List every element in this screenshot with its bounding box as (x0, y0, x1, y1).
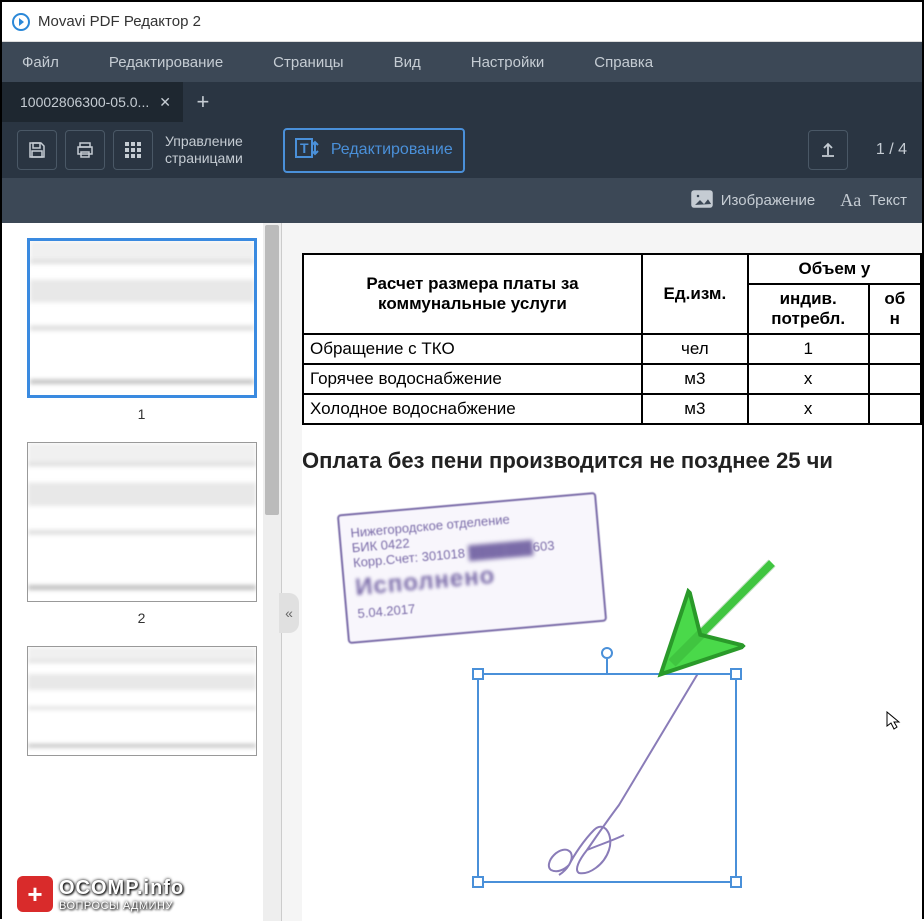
table-row: Обращение с ТКО чел 1 (303, 334, 921, 364)
content-area: 1 2 « Расчет размера платы за коммунальн… (2, 223, 922, 921)
window-titlebar: Movavi PDF Редактор 2 (2, 2, 922, 42)
watermark-sub: ВОПРОСЫ АДМИНУ (59, 900, 184, 912)
insert-text-button[interactable]: Aa Текст (840, 190, 907, 211)
window-title: Movavi PDF Редактор 2 (38, 13, 201, 30)
document-page: Расчет размера платы за коммунальные усл… (302, 253, 922, 921)
text-label: Текст (869, 192, 907, 209)
document-view[interactable]: Расчет размера платы за коммунальные усл… (282, 223, 922, 921)
watermark-badge-icon: + (17, 876, 53, 912)
table-header-calc: Расчет размера платы за коммунальные усл… (303, 254, 642, 334)
thumbnail-page-2[interactable]: 2 (17, 442, 266, 626)
save-button[interactable] (17, 130, 57, 170)
signature-selection-box[interactable] (477, 673, 737, 883)
insert-image-button[interactable]: Изображение (691, 190, 816, 212)
rotate-handle[interactable] (601, 647, 613, 659)
watermark: + OCOMP.info ВОПРОСЫ АДМИНУ (17, 876, 184, 912)
watermark-main: OCOMP.info (59, 877, 184, 900)
thumbnail-page-3[interactable] (17, 646, 266, 756)
cursor-icon (886, 711, 902, 736)
menubar: Файл Редактирование Страницы Вид Настрой… (2, 42, 922, 82)
table-subheader-ob: обн (869, 284, 921, 334)
stamp-image: Нижегородское отделение БИК 0422 Корр.Сч… (337, 492, 607, 644)
new-tab-button[interactable]: + (183, 82, 223, 122)
table-row: Горячее водоснабжение м3 x (303, 364, 921, 394)
tabbar: 10002806300-05.0... ✕ + (2, 82, 922, 122)
thumbnail-panel: 1 2 (2, 223, 282, 921)
resize-handle-tl[interactable] (472, 668, 484, 680)
editing-icon: T (295, 136, 323, 165)
app-icon (12, 13, 30, 31)
pages-grid-icon[interactable] (113, 130, 153, 170)
table-header-unit: Ед.изм. (642, 254, 748, 334)
annotation-arrow (642, 553, 792, 693)
document-tab[interactable]: 10002806300-05.0... ✕ (2, 82, 183, 122)
pages-management-group[interactable]: Управление страницами (113, 130, 243, 170)
sub-toolbar: Изображение Aa Текст (2, 178, 922, 223)
resize-handle-br[interactable] (730, 876, 742, 888)
menu-help[interactable]: Справка (594, 54, 653, 71)
text-icon: Aa (840, 190, 861, 211)
upload-button[interactable] (808, 130, 848, 170)
editing-label: Редактирование (331, 141, 453, 159)
page-indicator: 1 / 4 (876, 141, 907, 159)
table-header-volume: Объем у (748, 254, 921, 284)
svg-text:T: T (300, 140, 309, 156)
thumbnail-scrollbar[interactable] (263, 223, 281, 921)
menu-settings[interactable]: Настройки (471, 54, 545, 71)
table-row: Холодное водоснабжение м3 x (303, 394, 921, 424)
utility-table: Расчет размера платы за коммунальные усл… (302, 253, 922, 425)
resize-handle-bl[interactable] (472, 876, 484, 888)
image-label: Изображение (721, 192, 816, 209)
signature-image[interactable] (479, 675, 739, 885)
print-button[interactable] (65, 130, 105, 170)
image-icon (691, 190, 713, 212)
scrollbar-thumb[interactable] (265, 225, 279, 515)
thumbnail-number: 1 (17, 406, 266, 422)
panel-collapse-button[interactable]: « (279, 593, 299, 633)
thumbnail-number: 2 (17, 610, 266, 626)
menu-pages[interactable]: Страницы (273, 54, 343, 71)
tab-close-icon[interactable]: ✕ (159, 94, 171, 111)
editing-mode-button[interactable]: T Редактирование (283, 128, 465, 173)
menu-file[interactable]: Файл (22, 54, 59, 71)
pages-management-label: Управление страницами (165, 133, 243, 167)
menu-view[interactable]: Вид (394, 54, 421, 71)
menu-edit[interactable]: Редактирование (109, 54, 223, 71)
payment-notice: Оплата без пени производится не позднее … (302, 448, 833, 474)
table-subheader-indiv: индив. потребл. (748, 284, 869, 334)
tab-label: 10002806300-05.0... (20, 94, 149, 110)
thumbnail-page-1[interactable]: 1 (17, 238, 266, 422)
resize-handle-tr[interactable] (730, 668, 742, 680)
toolbar: Управление страницами T Редактирование 1… (2, 122, 922, 178)
